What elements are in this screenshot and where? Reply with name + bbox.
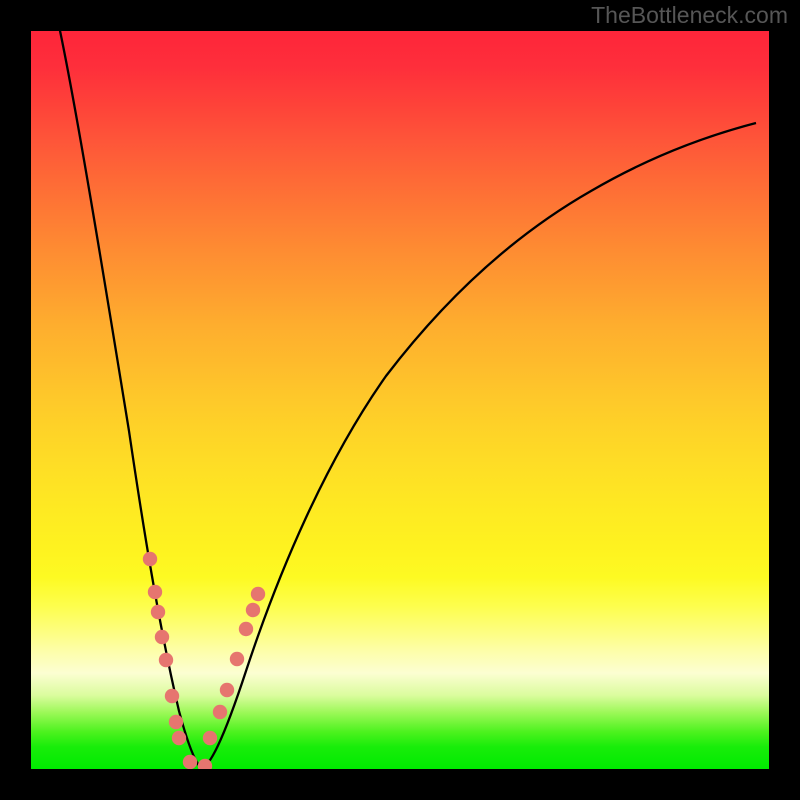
data-dot: [183, 755, 197, 769]
data-dot: [155, 630, 169, 644]
curve-svg: [31, 31, 769, 769]
data-dot: [220, 683, 234, 697]
data-dot: [169, 715, 183, 729]
watermark-text: TheBottleneck.com: [591, 2, 788, 29]
data-dot: [230, 652, 244, 666]
chart-frame: TheBottleneck.com: [0, 0, 800, 800]
plot-area: [31, 31, 769, 769]
data-dot: [143, 552, 157, 566]
data-dot: [239, 622, 253, 636]
data-dot: [246, 603, 260, 617]
data-dot: [159, 653, 173, 667]
data-dot: [213, 705, 227, 719]
data-dot: [251, 587, 265, 601]
data-dot: [148, 585, 162, 599]
data-dot: [151, 605, 165, 619]
data-dot: [203, 731, 217, 745]
data-dot: [172, 731, 186, 745]
data-dot: [165, 689, 179, 703]
